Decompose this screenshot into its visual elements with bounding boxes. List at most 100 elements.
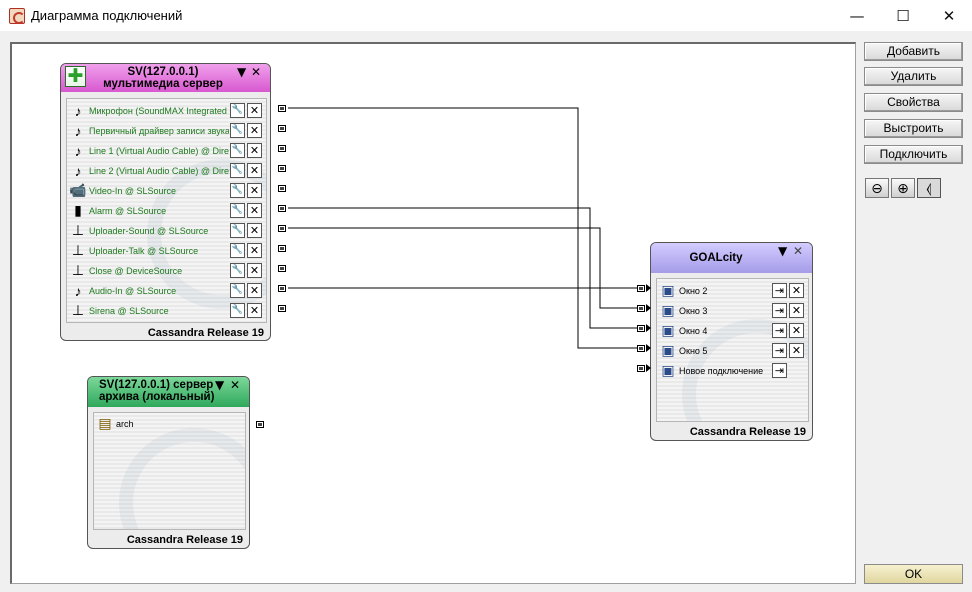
wrench-icon[interactable]: 🔧 (230, 183, 245, 198)
monitor-icon: ▣ (661, 362, 675, 378)
wrench-icon[interactable]: 🔧 (230, 163, 245, 178)
link-mode-button[interactable]: ⦉ (917, 178, 941, 198)
remove-row-icon[interactable]: ✕ (247, 303, 262, 318)
connect-row-icon[interactable]: ⇥ (772, 303, 787, 318)
output-port[interactable] (278, 165, 286, 172)
input-port[interactable] (637, 285, 645, 292)
remove-row-icon[interactable]: ✕ (789, 303, 804, 318)
maximize-button[interactable]: ☐ (880, 0, 926, 31)
device-row[interactable]: ♪ Audio-In @ SLSource (70, 281, 229, 300)
arrange-button[interactable]: Выстроить (864, 119, 963, 138)
output-port[interactable] (278, 105, 286, 112)
remove-row-icon[interactable]: ✕ (247, 203, 262, 218)
remove-row-icon[interactable]: ✕ (247, 103, 262, 118)
output-port[interactable] (278, 205, 286, 212)
remove-row-icon[interactable]: ✕ (247, 163, 262, 178)
window-label: Окно 5 (679, 345, 708, 356)
minimize-button[interactable]: — (834, 0, 880, 31)
connect-row-icon[interactable]: ⇥ (772, 343, 787, 358)
diagram-canvas[interactable]: ✚ SV(127.0.0.1) мультимедиа сервер ▼ ✕ ♪… (10, 42, 856, 584)
remove-row-icon[interactable]: ✕ (789, 323, 804, 338)
output-port[interactable] (278, 245, 286, 252)
properties-button[interactable]: Свойства (864, 93, 963, 112)
list-item[interactable]: ▤ arch (97, 414, 133, 433)
connect-row-icon[interactable]: ⇥ (772, 363, 787, 378)
wrench-icon[interactable]: 🔧 (230, 203, 245, 218)
remove-row-icon[interactable]: ✕ (789, 343, 804, 358)
output-port[interactable] (278, 185, 286, 192)
archive-server-node[interactable]: SV(127.0.0.1) сервер архива (локальный) … (87, 376, 250, 549)
input-port[interactable] (637, 325, 645, 332)
archive-output-port[interactable] (256, 421, 264, 428)
device-row[interactable]: ♪ Микрофон (SoundMAX Integrated D (70, 101, 230, 120)
remove-button[interactable]: Удалить (864, 67, 963, 86)
device-row[interactable]: 📹 Video-In @ SLSource (69, 181, 229, 200)
close-node-icon[interactable]: ✕ (230, 378, 240, 392)
window-label: Окно 4 (679, 325, 708, 336)
zoom-in-button[interactable]: ⊕ (891, 178, 915, 198)
output-port[interactable] (278, 145, 286, 152)
remove-row-icon[interactable]: ✕ (247, 243, 262, 258)
device-row[interactable]: ⊥ Uploader-Sound @ SLSource (70, 221, 229, 240)
ok-button[interactable]: OK (864, 564, 963, 584)
remove-row-icon[interactable]: ✕ (247, 263, 262, 278)
wrench-icon[interactable]: 🔧 (230, 123, 245, 138)
collapse-icon[interactable]: ▼ (215, 378, 224, 392)
remove-row-icon[interactable]: ✕ (247, 183, 262, 198)
media-server-node[interactable]: ✚ SV(127.0.0.1) мультимедиа сервер ▼ ✕ ♪… (60, 63, 271, 341)
output-port[interactable] (278, 305, 286, 312)
goalcity-node[interactable]: GOALcity ▼ ✕ ▣ Окно 2 ⇥ ✕ ▣ Окно 3 ⇥ ✕ ▣ Окно 4 ⇥ ✕… (650, 242, 813, 441)
device-row[interactable]: ⊥ Sirena @ SLSource (70, 301, 229, 320)
window-row[interactable]: ▣ Окно 4 (660, 321, 707, 340)
goalcity-header[interactable]: GOALcity ▼ ✕ (651, 243, 812, 273)
window-row[interactable]: ▣ Новое подключение (660, 361, 763, 380)
wrench-icon[interactable]: 🔧 (230, 143, 245, 158)
collapse-icon[interactable]: ▼ (778, 244, 787, 258)
wrench-icon[interactable]: 🔧 (230, 223, 245, 238)
wrench-icon[interactable]: 🔧 (230, 303, 245, 318)
device-row[interactable]: ⊥ Uploader-Talk @ SLSource (70, 241, 229, 260)
output-port[interactable] (278, 285, 286, 292)
media-server-header[interactable]: ✚ SV(127.0.0.1) мультимедиа сервер ▼ ✕ (61, 64, 270, 92)
close-node-icon[interactable]: ✕ (793, 244, 803, 258)
wrench-icon[interactable]: 🔧 (230, 283, 245, 298)
wrench-icon[interactable]: 🔧 (230, 243, 245, 258)
window-row[interactable]: ▣ Окно 2 (660, 281, 707, 300)
window-row[interactable]: ▣ Окно 3 (660, 301, 707, 320)
close-node-icon[interactable]: ✕ (251, 65, 261, 79)
remove-row-icon[interactable]: ✕ (789, 283, 804, 298)
device-label: Line 2 (Virtual Audio Cable) @ Direct (89, 165, 229, 176)
device-row[interactable]: ⊥ Close @ DeviceSource (70, 261, 229, 280)
collapse-icon[interactable]: ▼ (237, 65, 246, 79)
app-icon (9, 8, 25, 24)
connect-row-icon[interactable]: ⇥ (772, 283, 787, 298)
input-port[interactable] (637, 305, 645, 312)
archive-server-header[interactable]: SV(127.0.0.1) сервер архива (локальный) … (88, 377, 249, 407)
window-row[interactable]: ▣ Окно 5 (660, 341, 707, 360)
note-icon: ♪ (74, 282, 82, 299)
close-button[interactable]: ✕ (926, 0, 972, 31)
add-button[interactable]: Добавить (864, 42, 963, 61)
device-row[interactable]: ▮ Alarm @ SLSource (70, 201, 229, 220)
input-port[interactable] (637, 345, 645, 352)
connect-button[interactable]: Подключить (864, 145, 963, 164)
wire-alarm-to-window4 (288, 207, 638, 329)
device-row[interactable]: ♪ Line 2 (Virtual Audio Cable) @ Direct (70, 161, 230, 180)
device-row[interactable]: ♪ Line 1 (Virtual Audio Cable) @ Direct (70, 141, 230, 160)
output-port[interactable] (278, 225, 286, 232)
connect-row-icon[interactable]: ⇥ (772, 323, 787, 338)
output-port[interactable] (278, 265, 286, 272)
device-label: Sirena @ SLSource (89, 305, 169, 316)
remove-row-icon[interactable]: ✕ (247, 223, 262, 238)
input-port[interactable] (637, 365, 645, 372)
wrench-icon[interactable]: 🔧 (230, 263, 245, 278)
remove-row-icon[interactable]: ✕ (247, 143, 262, 158)
output-port[interactable] (278, 125, 286, 132)
zoom-out-button[interactable]: ⊖ (865, 178, 889, 198)
device-row[interactable]: ♪ Первичный драйвер записи звука (70, 121, 230, 140)
remove-row-icon[interactable]: ✕ (247, 123, 262, 138)
remove-row-icon[interactable]: ✕ (247, 283, 262, 298)
monitor-icon: ▣ (661, 322, 675, 338)
add-device-button[interactable]: ✚ (65, 66, 86, 87)
wrench-icon[interactable]: 🔧 (230, 103, 245, 118)
